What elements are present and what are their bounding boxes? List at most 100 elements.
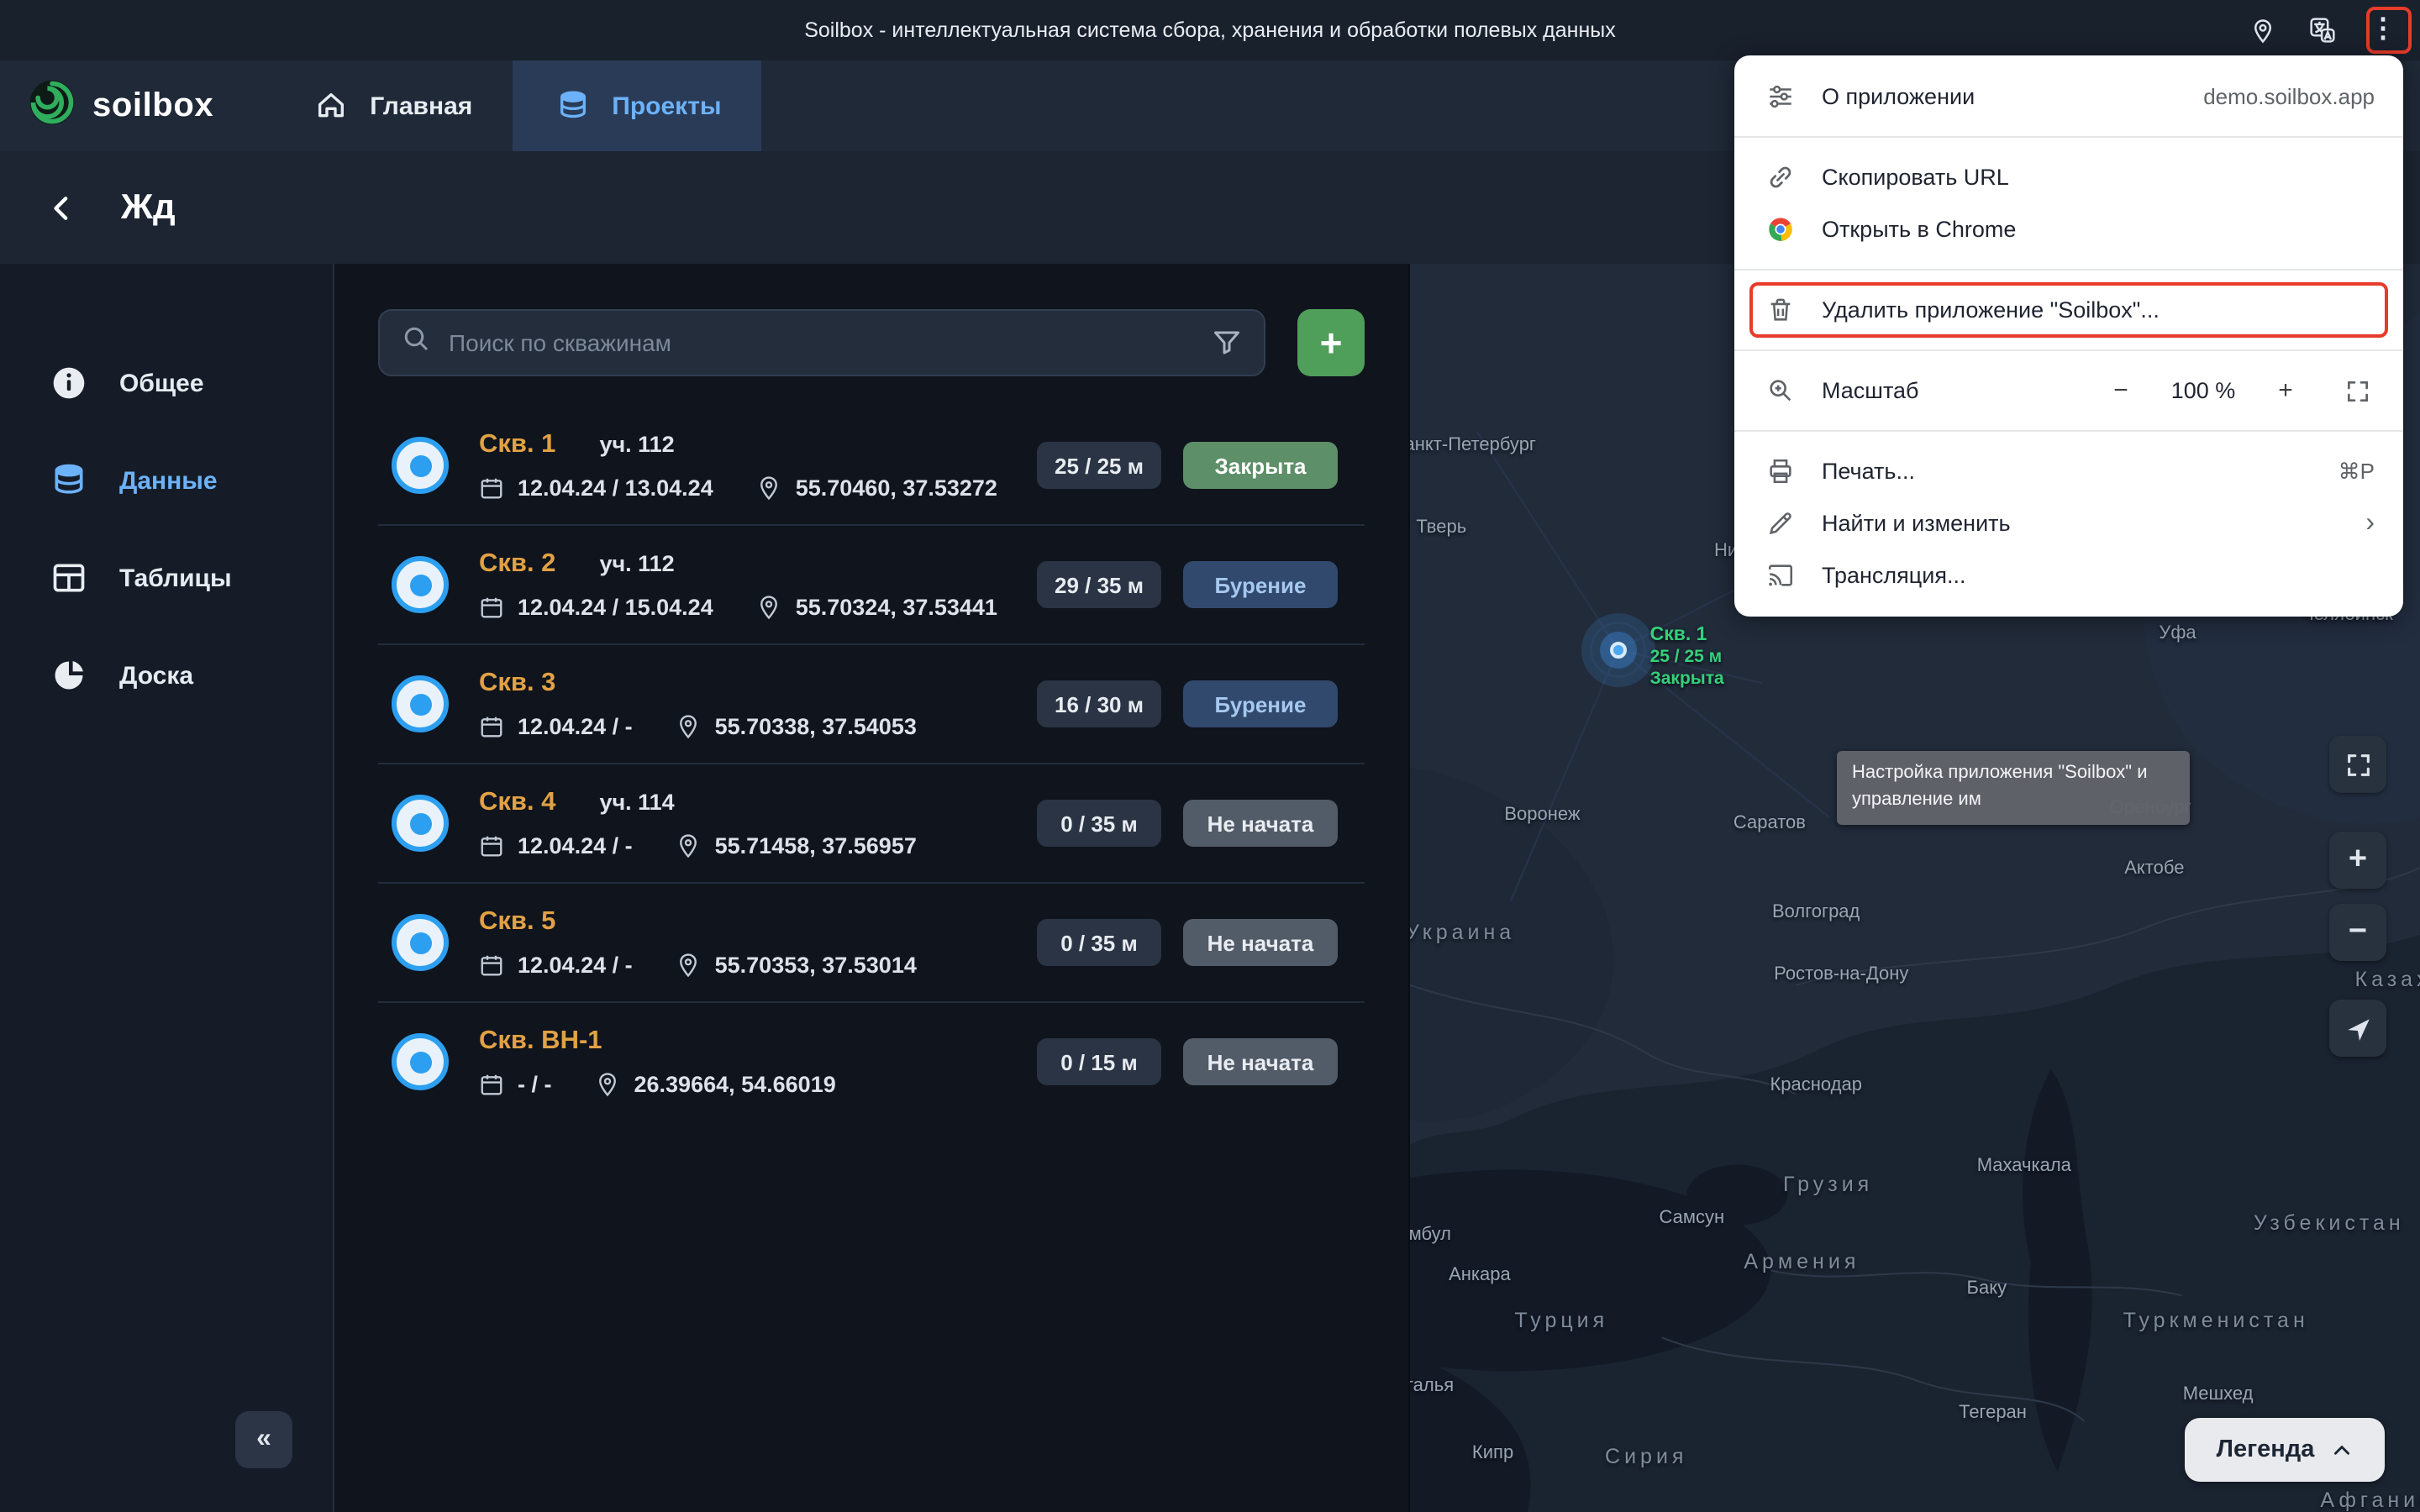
- well-row[interactable]: Скв. ВН-1 - / - 26.39664, 54.66019 0 / 1…: [378, 1003, 1365, 1121]
- map-city-label: Стамбул: [1408, 1225, 1451, 1246]
- calendar-icon: [481, 717, 502, 738]
- chevron-up-icon: [2334, 1444, 2350, 1454]
- search-icon: [402, 323, 432, 362]
- menu-divider: [1734, 136, 2403, 138]
- translate-icon[interactable]: [2306, 13, 2339, 47]
- map-city-label: Баку: [1966, 1278, 2007, 1299]
- menu-item-about[interactable]: О приложении demo.soilbox.app: [1734, 71, 2403, 123]
- search-bar: [378, 309, 1265, 376]
- sidebar-item-board[interactable]: Доска: [0, 627, 333, 724]
- map-city-label: Афганистан: [2320, 1488, 2420, 1512]
- well-name: Скв. ВН-1: [479, 1026, 602, 1055]
- map-city-label: Грузия: [1783, 1173, 1874, 1197]
- menu-item-open-in-chrome[interactable]: Открыть в Chrome: [1734, 203, 2403, 255]
- marker-dot[interactable]: [1609, 641, 1627, 659]
- zoom-increase-button[interactable]: +: [2269, 376, 2302, 405]
- map-city-label: Армения: [1744, 1250, 1860, 1274]
- pin-icon: [680, 953, 697, 978]
- well-coords: 55.71458, 37.56957: [676, 833, 917, 858]
- sidebar-data-label: Данные: [119, 466, 218, 495]
- sidebar-item-data[interactable]: Данные: [0, 432, 333, 529]
- filter-button[interactable]: [1190, 311, 1264, 375]
- sidebar-collapse-button[interactable]: «: [235, 1411, 292, 1468]
- well-dates: 12.04.24 / -: [479, 953, 633, 978]
- menu-divider: [1734, 349, 2403, 351]
- well-coords: 26.39664, 54.66019: [596, 1072, 836, 1097]
- well-depth-chip: 0 / 35 м: [1037, 800, 1161, 847]
- nav-item-home[interactable]: Главная: [271, 60, 513, 151]
- chevron-right-icon: ›: [2365, 508, 2375, 537]
- zoom-decrease-button[interactable]: −: [2104, 376, 2138, 405]
- well-row[interactable]: Скв. 4 уч. 114 12.04.24 / - 55.71458, 37…: [378, 764, 1365, 882]
- well-status-badge: Не начата: [1183, 1038, 1338, 1085]
- pin-icon: [760, 476, 778, 501]
- app-window: Soilbox - интеллектуальная система сбора…: [0, 0, 2420, 1512]
- map-city-label: Ростов-на-Дону: [1774, 963, 1909, 984]
- map-city-label: Украина: [1408, 920, 1516, 943]
- browser-menu-dots-icon[interactable]: ⋮: [2366, 13, 2400, 47]
- map-zoom-in-button[interactable]: +: [2329, 832, 2386, 889]
- calendar-icon: [481, 597, 502, 618]
- main-nav: Главная Проекты: [271, 60, 762, 151]
- fullscreen-icon[interactable]: [2341, 377, 2375, 404]
- well-row[interactable]: Скв. 2 уч. 112 12.04.24 / 15.04.24 55.70…: [378, 526, 1365, 643]
- calendar-icon: [481, 1074, 502, 1095]
- cast-icon: [1763, 561, 1797, 590]
- well-status-badge: Не начата: [1183, 919, 1338, 966]
- well-coords: 55.70460, 37.53272: [757, 475, 997, 501]
- tune-icon: [1763, 82, 1797, 111]
- location-pin-icon[interactable]: [2245, 13, 2279, 47]
- sidebar-item-tables[interactable]: Таблицы: [0, 529, 333, 627]
- map-city-label: Казахстан: [2354, 968, 2420, 992]
- map-legend-button[interactable]: Легенда: [2185, 1418, 2385, 1482]
- well-row[interactable]: Скв. 3 12.04.24 / - 55.70338, 37.54053 1…: [378, 645, 1365, 763]
- well-depth-chip: 0 / 35 м: [1037, 919, 1161, 966]
- well-target-icon: [392, 914, 449, 971]
- titlebar-icons: ⋮: [2245, 0, 2400, 60]
- map-city-label: Кипр: [1471, 1443, 1514, 1464]
- search-input[interactable]: [449, 329, 1190, 356]
- well-row[interactable]: Скв. 1 уч. 112 12.04.24 / 13.04.24 55.70…: [378, 407, 1365, 524]
- database-icon: [553, 89, 593, 123]
- well-target-icon: [392, 437, 449, 494]
- well-target-icon: [392, 675, 449, 732]
- map-city-label: Махачкала: [1976, 1156, 2071, 1177]
- well-dates: - / -: [479, 1072, 552, 1097]
- map-city-label: Тегеран: [1959, 1403, 2027, 1424]
- sidebar: Общее Данные Таблицы Доска «: [0, 264, 334, 1512]
- menu-item-find-and-edit[interactable]: Найти и изменить ›: [1734, 497, 2403, 549]
- link-icon: [1763, 163, 1797, 192]
- menu-item-copy-url[interactable]: Скопировать URL: [1734, 151, 2403, 203]
- map-city-label: Анкара: [1449, 1264, 1511, 1285]
- well-name: Скв. 1: [479, 430, 556, 459]
- menu-item-uninstall-app[interactable]: Удалить приложение "Soilbox"...: [1734, 282, 2403, 338]
- nav-item-projects[interactable]: Проекты: [513, 60, 762, 151]
- menu-divider: [1734, 430, 2403, 432]
- well-row[interactable]: Скв. 5 12.04.24 / - 55.70353, 37.53014 0…: [378, 884, 1365, 1001]
- wells-panel: + Скв. 1 уч. 112 12.04.24 / 1: [334, 264, 1408, 1512]
- database-icon: [49, 462, 89, 499]
- pie-chart-icon: [49, 657, 89, 694]
- sidebar-item-general[interactable]: Общее: [0, 334, 333, 432]
- menu-item-print[interactable]: Печать... ⌘P: [1734, 445, 2403, 497]
- well-status-badge: Бурение: [1183, 561, 1338, 608]
- back-button[interactable]: [44, 189, 81, 226]
- map-zoom-out-button[interactable]: −: [2329, 904, 2386, 961]
- map-city-label: Саратов: [1733, 812, 1806, 833]
- pin-icon: [599, 1073, 617, 1097]
- map-locate-button[interactable]: [2329, 1000, 2386, 1057]
- map-city-label: Санкт-Петербург: [1410, 435, 1536, 456]
- well-site: уч. 114: [599, 790, 675, 815]
- well-status-badge: Не начата: [1183, 800, 1338, 847]
- add-well-button[interactable]: +: [1297, 309, 1365, 376]
- menu-item-zoom: Масштаб − 100 % +: [1734, 365, 2403, 417]
- marker-label: Скв. 1 25 / 25 м Закрыта: [1649, 624, 1724, 690]
- sidebar-general-label: Общее: [119, 369, 204, 397]
- well-site: уч. 112: [599, 551, 675, 576]
- magnifier-icon: [1763, 376, 1797, 405]
- menu-item-cast[interactable]: Трансляция...: [1734, 549, 2403, 601]
- map-city-label: Туркменистан: [2123, 1308, 2309, 1332]
- app-domain: demo.soilbox.app: [2203, 84, 2375, 109]
- map-fullscreen-button[interactable]: [2329, 736, 2386, 793]
- page-title: Жд: [121, 187, 176, 226]
